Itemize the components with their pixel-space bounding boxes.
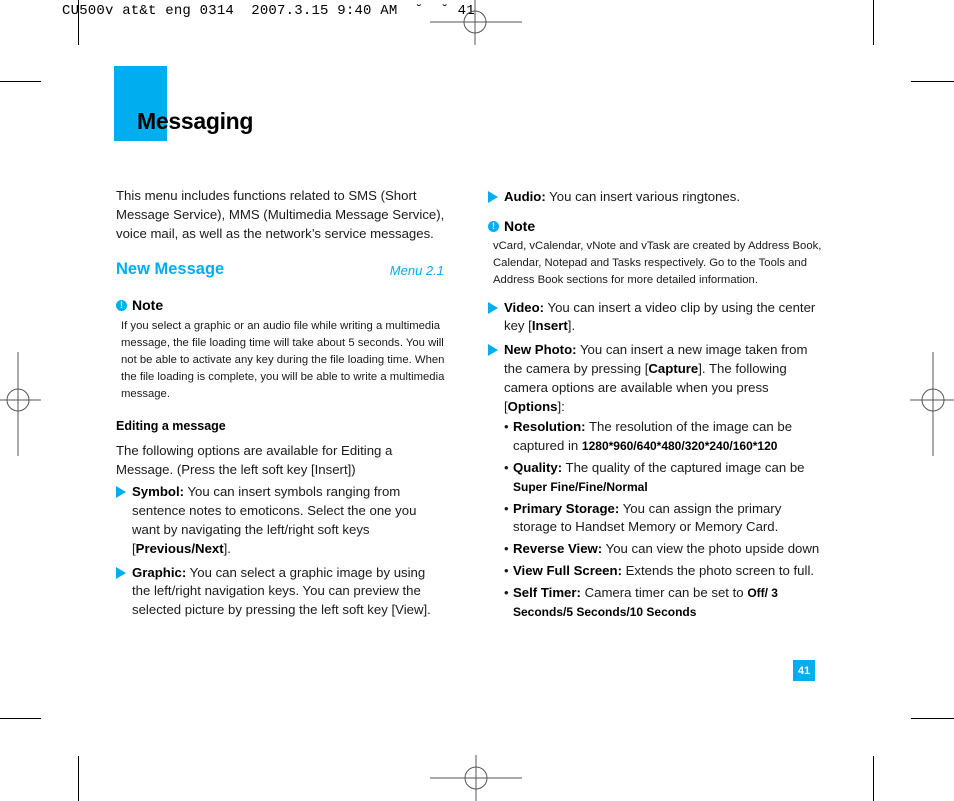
option-label: Video: bbox=[504, 299, 545, 315]
crop-mark bbox=[0, 718, 41, 719]
triangle-bullet-icon bbox=[488, 301, 498, 314]
camera-option-values: Super Fine/Fine/Normal bbox=[513, 479, 648, 494]
note-heading: ! Note bbox=[488, 217, 824, 236]
option-tail: ]: bbox=[557, 398, 565, 414]
bullet-dot-icon: • bbox=[504, 419, 509, 435]
right-column: Audio: You can insert various ringtones.… bbox=[488, 188, 824, 621]
page-number: 41 bbox=[793, 660, 815, 681]
triangle-bullet-icon bbox=[116, 486, 126, 499]
print-header: CU500v at&t eng 0314 2007.3.15 9:40 AM ˘… bbox=[62, 3, 475, 19]
camera-option-text: View Full Screen: Extends the photo scre… bbox=[513, 562, 814, 581]
crop-mark bbox=[78, 756, 79, 801]
camera-option: • Primary Storage: You can assign the pr… bbox=[504, 500, 824, 538]
option-desc: You can insert various ringtones. bbox=[545, 189, 741, 204]
camera-option-label: Quality: bbox=[513, 459, 563, 475]
option-symbol: Symbol: You can insert symbols ranging f… bbox=[116, 483, 446, 558]
note-body: If you select a graphic or an audio file… bbox=[121, 319, 445, 400]
option-label: Symbol: bbox=[132, 484, 185, 500]
bullet-dot-icon: • bbox=[504, 459, 509, 475]
camera-option: • View Full Screen: Extends the photo sc… bbox=[504, 562, 824, 581]
camera-option-desc: Camera timer can be set to bbox=[580, 584, 748, 600]
camera-option-desc: Extends the photo screen to full. bbox=[621, 562, 815, 578]
triangle-bullet-icon bbox=[116, 566, 126, 579]
note-box: ! Note If you select a graphic or an aud… bbox=[116, 296, 446, 403]
option-graphic: Graphic: You can select a graphic image … bbox=[116, 564, 446, 620]
option-audio: Audio: You can insert various ringtones. bbox=[488, 188, 824, 207]
editing-section: Editing a message The following options … bbox=[116, 417, 446, 620]
camera-option: • Quality: The quality of the captured i… bbox=[504, 459, 824, 497]
option-text: Graphic: You can select a graphic image … bbox=[132, 564, 446, 620]
crop-mark bbox=[911, 718, 954, 719]
camera-option-label: Reverse View: bbox=[513, 541, 603, 557]
camera-option-label: Resolution: bbox=[513, 419, 586, 435]
option-key: Insert bbox=[531, 318, 568, 334]
intro-text: This menu includes functions related to … bbox=[116, 188, 445, 241]
editing-intro: The following options are available for … bbox=[116, 442, 393, 477]
menu-reference: Menu 2.1 bbox=[389, 263, 444, 278]
option-text: Symbol: You can insert symbols ranging f… bbox=[132, 483, 446, 558]
option-video: Video: You can insert a video clip by us… bbox=[488, 299, 824, 337]
triangle-bullet-icon bbox=[488, 344, 498, 357]
bullet-dot-icon: • bbox=[504, 562, 509, 578]
option-label: Graphic: bbox=[132, 564, 187, 580]
note-body: vCard, vCalendar, vNote and vTask are cr… bbox=[493, 239, 822, 286]
intro-paragraph: This menu includes functions related to … bbox=[116, 187, 456, 243]
registration-mark-left bbox=[0, 352, 41, 456]
crop-mark bbox=[911, 81, 954, 82]
camera-option-text: Resolution: The resolution of the image … bbox=[513, 418, 824, 456]
option-new-photo: New Photo: You can insert a new image ta… bbox=[488, 341, 824, 416]
crop-mark bbox=[0, 81, 41, 82]
note-box-2: ! Note vCard, vCalendar, vNote and vTask… bbox=[488, 217, 824, 289]
bullet-dot-icon: • bbox=[504, 500, 509, 516]
camera-option-desc: The quality of the captured image can be bbox=[562, 459, 805, 475]
crop-mark bbox=[873, 756, 874, 801]
crop-mark bbox=[873, 0, 874, 45]
option-keys: Previous/Next bbox=[135, 540, 224, 556]
chapter-title: Messaging bbox=[137, 108, 254, 134]
note-heading-label: Note bbox=[132, 297, 164, 313]
camera-option-text: Primary Storage: You can assign the prim… bbox=[513, 500, 824, 538]
registration-mark-right bbox=[910, 352, 954, 456]
camera-option: • Resolution: The resolution of the imag… bbox=[504, 418, 824, 456]
camera-option-values: 1280*960/640*480/320*240/160*120 bbox=[581, 439, 778, 454]
option-label: New Photo: bbox=[504, 342, 577, 358]
camera-options-list: • Resolution: The resolution of the imag… bbox=[504, 418, 824, 621]
option-text: New Photo: You can insert a new image ta… bbox=[504, 341, 824, 416]
exclamation-icon: ! bbox=[488, 220, 499, 232]
option-tail: ]. bbox=[223, 540, 231, 556]
camera-option-text: Quality: The quality of the captured ima… bbox=[513, 459, 824, 497]
note-heading: ! Note bbox=[116, 296, 446, 315]
option-key: Options bbox=[507, 398, 558, 414]
camera-option-label: View Full Screen: bbox=[513, 562, 622, 578]
triangle-bullet-icon bbox=[488, 191, 498, 203]
note-heading-label: Note bbox=[504, 217, 536, 234]
section-heading: New Message Menu 2.1 bbox=[116, 260, 444, 279]
option-text: Video: You can insert a video clip by us… bbox=[504, 299, 824, 337]
section-title: New Message bbox=[116, 260, 225, 278]
option-key: Capture bbox=[648, 360, 699, 376]
camera-option-text: Self Timer: Camera timer can be set to O… bbox=[513, 584, 824, 622]
option-tail: ]. bbox=[567, 318, 576, 334]
option-label: Audio: bbox=[504, 189, 546, 204]
camera-option-label: Self Timer: bbox=[513, 584, 581, 600]
exclamation-icon: ! bbox=[116, 299, 127, 311]
option-text: Audio: You can insert various ringtones. bbox=[504, 188, 740, 207]
editing-heading: Editing a message bbox=[116, 419, 226, 433]
camera-option-text: Reverse View: You can view the photo ups… bbox=[513, 540, 819, 559]
crop-mark bbox=[78, 0, 79, 45]
registration-mark-bottom bbox=[430, 755, 522, 801]
bullet-dot-icon: • bbox=[504, 541, 509, 557]
camera-option-label: Primary Storage: bbox=[513, 500, 620, 516]
registration-mark-top bbox=[430, 0, 522, 45]
bullet-dot-icon: • bbox=[504, 584, 509, 600]
camera-option: • Reverse View: You can view the photo u… bbox=[504, 540, 824, 559]
camera-option-desc: You can view the photo upside down bbox=[602, 541, 820, 557]
camera-option: • Self Timer: Camera timer can be set to… bbox=[504, 584, 824, 622]
